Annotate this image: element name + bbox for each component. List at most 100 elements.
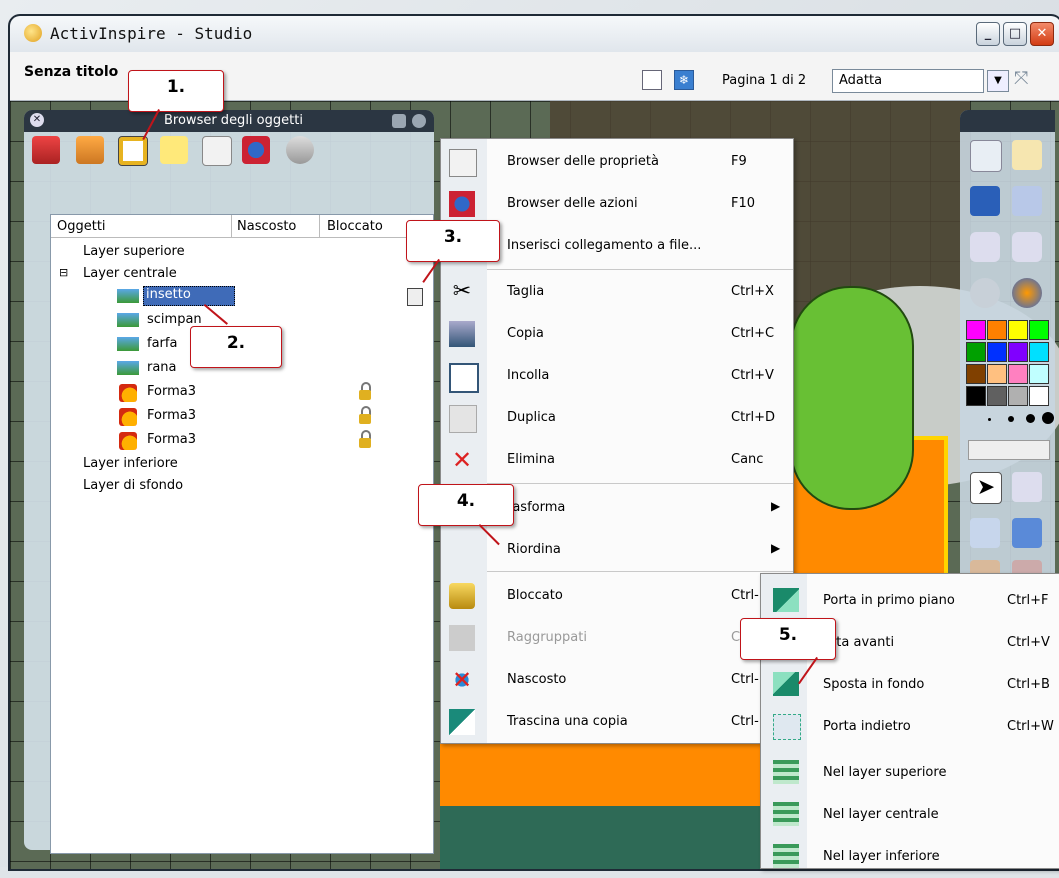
- column-locked[interactable]: Bloccato: [327, 219, 383, 234]
- wrench-icon[interactable]: [1012, 472, 1042, 502]
- scissors-icon: ✂: [452, 279, 472, 304]
- menu-item-duplicate[interactable]: Duplica Ctrl+D: [441, 397, 793, 439]
- signature-icon[interactable]: [970, 186, 1000, 216]
- pen-width-selector[interactable]: [970, 410, 1054, 430]
- layers-icon: [773, 844, 799, 868]
- column-hidden[interactable]: Nascosto: [237, 219, 296, 234]
- object-browser-tab-icon[interactable]: [118, 136, 148, 166]
- swatch-brown[interactable]: [966, 364, 986, 384]
- pin-icon[interactable]: [412, 114, 426, 128]
- canvas-frog-image: [790, 286, 914, 510]
- menu-item-property-browser[interactable]: Browser delle proprietà F9: [441, 141, 793, 183]
- send-to-back-icon: [773, 672, 799, 696]
- page-view-icon[interactable]: [642, 70, 662, 90]
- action-browser-icon[interactable]: [242, 136, 270, 164]
- tree-label: Layer centrale: [83, 266, 177, 281]
- tools-icon[interactable]: [1012, 186, 1042, 216]
- chevron-down-icon[interactable]: ▼: [987, 70, 1009, 92]
- tree-row-forma3[interactable]: Forma3: [51, 405, 431, 427]
- close-button[interactable]: ✕: [1030, 22, 1054, 46]
- column-objects[interactable]: Oggetti: [57, 219, 106, 234]
- width-slider[interactable]: [968, 440, 1050, 460]
- swatch-gray[interactable]: [1008, 386, 1028, 406]
- minimize-button[interactable]: _: [976, 22, 1000, 46]
- tree-label: Forma3: [147, 432, 196, 447]
- next-page-icon[interactable]: [1012, 232, 1042, 262]
- lock-icon[interactable]: [359, 406, 371, 424]
- menu-item-delete[interactable]: ✕ Elimina Canc: [441, 439, 793, 481]
- swatch-yellow[interactable]: [1008, 320, 1028, 340]
- callout-5: 5.: [740, 618, 836, 660]
- tree-row-layer-superiore[interactable]: Layer superiore: [51, 241, 431, 263]
- menu-item-drag-copy[interactable]: Trascina una copia Ctrl-: [441, 701, 793, 743]
- tree-row-layer-inferiore[interactable]: Layer inferiore: [51, 453, 431, 475]
- maximize-button[interactable]: □: [1003, 22, 1027, 46]
- resource-browser-icon[interactable]: [76, 136, 104, 164]
- collapse-icon[interactable]: ⊟: [59, 266, 68, 279]
- document-title[interactable]: Senza titolo: [24, 64, 118, 80]
- pen-icon[interactable]: [970, 518, 1000, 548]
- submenu-item-bottom-layer[interactable]: Nel layer inferiore: [761, 836, 1059, 878]
- close-panel-icon[interactable]: ✕: [30, 113, 44, 127]
- swatch-cyan[interactable]: [1029, 342, 1049, 362]
- swatch-purple[interactable]: [1008, 342, 1028, 362]
- swatch-white[interactable]: [1029, 386, 1049, 406]
- tree-row-layer-centrale[interactable]: ⊟ Layer centrale: [51, 263, 431, 285]
- swatch-peach[interactable]: [987, 364, 1007, 384]
- submenu-item-middle-layer[interactable]: Nel layer centrale: [761, 794, 1059, 836]
- swatch-magenta[interactable]: [966, 320, 986, 340]
- object-tree: Oggetti Nascosto Bloccato Layer superior…: [50, 214, 434, 854]
- submenu-item-top-layer[interactable]: Nel layer superiore: [761, 752, 1059, 794]
- menu-item-paste[interactable]: Incolla Ctrl+V: [441, 355, 793, 397]
- title-bar: ActivInspire - Studio _ □ ✕: [10, 16, 1059, 52]
- submenu-item-send-backward[interactable]: Porta indietro Ctrl+W: [761, 706, 1059, 748]
- color-picker-icon[interactable]: [1012, 278, 1042, 308]
- menu-item-label: Browser delle azioni: [507, 196, 638, 211]
- fullscreen-icon[interactable]: ⤧: [1014, 68, 1028, 89]
- page-browser-icon[interactable]: [32, 136, 60, 164]
- shape-thumbnail-icon: [119, 432, 137, 450]
- image-thumbnail-icon: [117, 361, 139, 375]
- menu-item-action-browser[interactable]: Browser delle azioni F10: [441, 183, 793, 225]
- menu-item-reorder[interactable]: Riordina ▶: [441, 529, 793, 571]
- minimize-icon: _: [984, 26, 992, 41]
- tree-row-layer-sfondo[interactable]: Layer di sfondo: [51, 475, 431, 497]
- swatch-lightcyan[interactable]: [1029, 364, 1049, 384]
- property-browser-icon[interactable]: [202, 136, 232, 166]
- main-menu-icon[interactable]: [970, 140, 1002, 172]
- panel-menu-icon[interactable]: [392, 114, 406, 128]
- swatch-green[interactable]: [1029, 320, 1049, 340]
- play-icon[interactable]: [970, 278, 1000, 308]
- tree-row-forma3[interactable]: Forma3: [51, 381, 431, 403]
- previous-page-icon[interactable]: [970, 232, 1000, 262]
- menu-item-copy[interactable]: Copia Ctrl+C: [441, 313, 793, 355]
- user-icon[interactable]: [1012, 140, 1042, 170]
- swatch-orange[interactable]: [987, 320, 1007, 340]
- window-title: ActivInspire - Studio: [50, 24, 253, 43]
- menu-item-shortcut: Ctrl-: [731, 714, 759, 729]
- submenu-item-label: Nel layer centrale: [823, 807, 939, 822]
- menu-item-shortcut: F10: [731, 196, 756, 211]
- menu-item-shortcut: F9: [731, 154, 747, 169]
- swatch-darkgray[interactable]: [987, 386, 1007, 406]
- highlighter-icon[interactable]: [1012, 518, 1042, 548]
- swatch-darkgreen[interactable]: [966, 342, 986, 362]
- menu-item-locked[interactable]: Bloccato Ctrl-: [441, 575, 793, 617]
- snowflake-icon[interactable]: ❄: [674, 70, 694, 90]
- swatch-black[interactable]: [966, 386, 986, 406]
- swatch-blue[interactable]: [987, 342, 1007, 362]
- object-menu-icon[interactable]: [407, 288, 423, 306]
- submenu-item-bring-to-front[interactable]: Porta in primo piano Ctrl+F: [761, 580, 1059, 622]
- menu-item-cut[interactable]: ✂ Taglia Ctrl+X: [441, 271, 793, 313]
- lock-icon[interactable]: [359, 382, 371, 400]
- tree-row-insetto[interactable]: insetto: [51, 285, 431, 307]
- select-arrow-icon[interactable]: ➤: [970, 472, 1002, 504]
- notes-browser-icon[interactable]: [160, 136, 188, 164]
- zoom-select[interactable]: Adatta ▼: [832, 69, 1009, 93]
- swatch-pink[interactable]: [1008, 364, 1028, 384]
- voting-browser-icon[interactable]: [286, 136, 314, 164]
- tree-row-forma3[interactable]: Forma3: [51, 429, 431, 451]
- layers-icon: [773, 802, 799, 826]
- lock-icon[interactable]: [359, 430, 371, 448]
- menu-item-hidden[interactable]: ✕ Nascosto Ctrl-: [441, 659, 793, 701]
